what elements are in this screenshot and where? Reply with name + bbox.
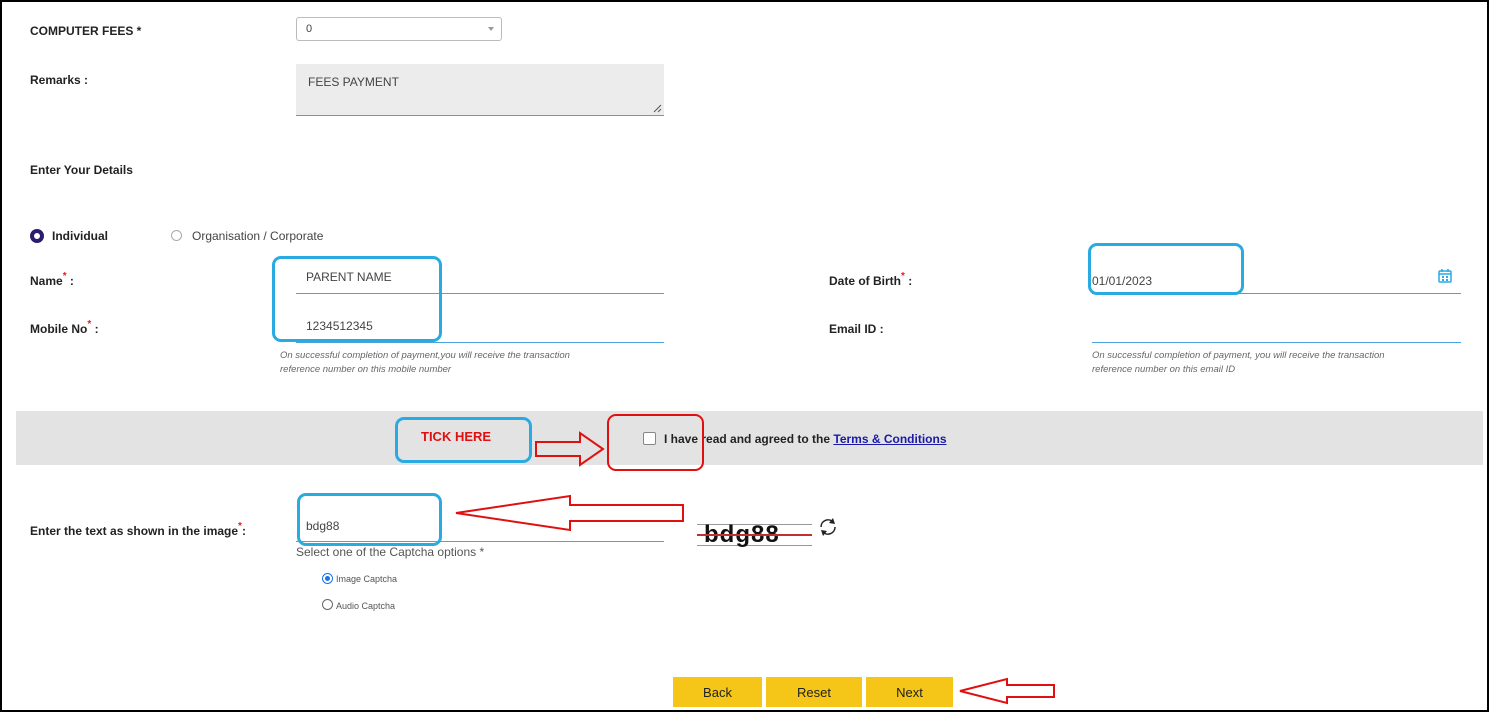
arrow-to-checkbox	[535, 431, 605, 467]
annotation-arrows	[455, 431, 1055, 705]
arrow-to-next	[959, 677, 1055, 705]
arrow-to-captcha	[455, 494, 684, 532]
